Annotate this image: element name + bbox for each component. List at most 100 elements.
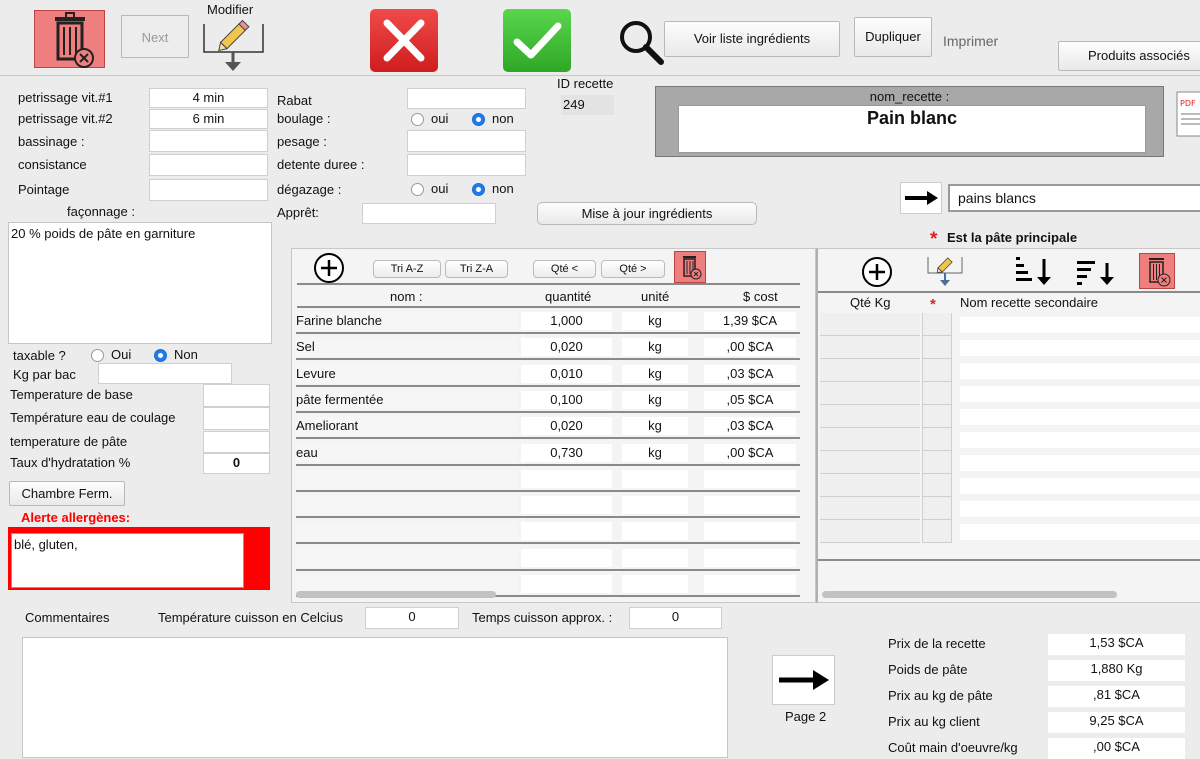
secondary-nom-cell[interactable] [960, 524, 1200, 540]
delete-secondary-button[interactable] [1139, 253, 1175, 289]
ingredient-unite-cell[interactable]: kg [622, 444, 688, 462]
imprimer-button[interactable]: Imprimer [943, 33, 998, 49]
secondary-qte-cell[interactable] [820, 451, 920, 474]
ingredient-nom-cell[interactable] [296, 522, 518, 540]
ingredient-nom-cell[interactable]: Farine blanche [296, 312, 518, 330]
secondary-row[interactable] [820, 428, 1200, 451]
bassinage-field[interactable] [149, 130, 268, 152]
ingredient-qte-cell[interactable] [521, 575, 612, 593]
ingredient-qte-cell[interactable] [521, 470, 612, 488]
tri-az-button[interactable]: Tri A-Z [373, 260, 441, 278]
secondary-star-cell[interactable] [922, 313, 952, 336]
temperature-base-field[interactable] [203, 384, 270, 407]
ingredient-cost-cell[interactable] [704, 522, 796, 540]
category-field[interactable]: pains blancs [948, 184, 1200, 212]
temp-cuisson-field[interactable]: 0 [365, 607, 459, 629]
confirm-button[interactable] [503, 9, 571, 72]
taxable-non-radio[interactable] [154, 349, 167, 362]
ingredient-nom-cell[interactable]: Ameliorant [296, 417, 518, 435]
secondary-qte-cell[interactable] [820, 497, 920, 520]
secondary-row[interactable] [820, 405, 1200, 428]
secondary-star-cell[interactable] [922, 405, 952, 428]
ingredient-unite-cell[interactable]: kg [622, 338, 688, 356]
rabat-field[interactable] [407, 88, 526, 109]
produits-associes-button[interactable]: Produits associés [1058, 41, 1200, 71]
page2-button[interactable] [772, 655, 835, 705]
nom-recette-field[interactable]: Pain blanc [678, 105, 1146, 153]
ingredient-qte-cell[interactable]: 0,730 [521, 444, 612, 462]
secondary-row[interactable] [820, 451, 1200, 474]
mise-a-jour-ingredients-button[interactable]: Mise à jour ingrédients [537, 202, 757, 225]
ingredient-cost-cell[interactable]: ,00 $CA [704, 338, 796, 356]
ingredient-cost-cell[interactable]: ,03 $CA [704, 417, 796, 435]
ingredient-unite-cell[interactable] [622, 549, 688, 567]
delete-recipe-button[interactable] [34, 10, 105, 68]
ingredients-hscrollbar[interactable] [296, 591, 496, 598]
secondary-nom-cell[interactable] [960, 386, 1200, 402]
qte-desc-button[interactable]: Qté > [601, 260, 665, 278]
ingredient-unite-cell[interactable]: kg [622, 391, 688, 409]
table-row[interactable] [296, 467, 800, 493]
secondary-nom-cell[interactable] [960, 455, 1200, 471]
petrissage2-field[interactable]: 6 min [149, 109, 268, 129]
secondary-qte-cell[interactable] [820, 336, 920, 359]
ingredient-cost-cell[interactable] [704, 575, 796, 593]
secondary-row[interactable] [820, 520, 1200, 543]
petrissage1-field[interactable]: 4 min [149, 88, 268, 108]
voir-liste-ingredients-button[interactable]: Voir liste ingrédients [664, 21, 840, 57]
secondary-star-cell[interactable] [922, 520, 952, 543]
sort-descending-icon[interactable] [1013, 255, 1055, 287]
ingredient-unite-cell[interactable] [622, 496, 688, 514]
ingredient-cost-cell[interactable]: 1,39 $CA [704, 312, 796, 330]
ingredient-nom-cell[interactable] [296, 470, 518, 488]
ingredient-qte-cell[interactable]: 0,020 [521, 338, 612, 356]
secondary-nom-cell[interactable] [960, 317, 1200, 333]
secondary-row[interactable] [820, 336, 1200, 359]
secondary-nom-cell[interactable] [960, 340, 1200, 356]
taxable-oui-radio[interactable] [91, 349, 104, 362]
degazage-oui-radio[interactable] [411, 183, 424, 196]
secondary-qte-cell[interactable] [820, 405, 920, 428]
commentaires-textarea[interactable] [22, 637, 728, 758]
ingredient-cost-cell[interactable]: ,03 $CA [704, 365, 796, 383]
add-secondary-button[interactable] [861, 256, 893, 288]
secondary-hscrollbar[interactable] [822, 591, 1117, 598]
secondary-qte-cell[interactable] [820, 359, 920, 382]
pdf-icon[interactable]: PDF [1176, 88, 1200, 138]
secondary-qte-cell[interactable] [820, 520, 920, 543]
secondary-qte-cell[interactable] [820, 313, 920, 336]
secondary-qte-cell[interactable] [820, 474, 920, 497]
secondary-star-cell[interactable] [922, 428, 952, 451]
table-row[interactable]: Sel 0,020 kg ,00 $CA [296, 335, 800, 361]
ingredient-nom-cell[interactable]: Sel [296, 338, 518, 356]
qte-asc-button[interactable]: Qté < [533, 260, 596, 278]
ingredient-cost-cell[interactable] [704, 470, 796, 488]
ingredient-unite-cell[interactable]: kg [622, 312, 688, 330]
secondary-star-cell[interactable] [922, 451, 952, 474]
secondary-row[interactable] [820, 313, 1200, 336]
ingredient-qte-cell[interactable] [521, 549, 612, 567]
boulage-non-radio[interactable] [472, 113, 485, 126]
ingredient-qte-cell[interactable]: 0,010 [521, 365, 612, 383]
secondary-qte-cell[interactable] [820, 428, 920, 451]
temperature-pate-field[interactable] [203, 431, 270, 453]
secondary-star-cell[interactable] [922, 336, 952, 359]
secondary-nom-cell[interactable] [960, 363, 1200, 379]
table-row[interactable] [296, 546, 800, 572]
allergenes-field[interactable]: blé, gluten, [11, 533, 244, 588]
table-row[interactable]: Levure 0,010 kg ,03 $CA [296, 362, 800, 388]
appret-field[interactable] [362, 203, 496, 224]
secondary-star-cell[interactable] [922, 359, 952, 382]
secondary-star-cell[interactable] [922, 382, 952, 405]
ingredient-nom-cell[interactable]: Levure [296, 365, 518, 383]
ingredient-cost-cell[interactable]: ,00 $CA [704, 444, 796, 462]
ingredient-qte-cell[interactable] [521, 496, 612, 514]
edit-secondary-button[interactable] [926, 253, 964, 289]
pointage-field[interactable] [149, 179, 268, 201]
sort-ascending-icon[interactable] [1075, 257, 1117, 287]
secondary-row[interactable] [820, 474, 1200, 497]
secondary-nom-cell[interactable] [960, 432, 1200, 448]
ingredient-cost-cell[interactable] [704, 549, 796, 567]
temps-cuisson-field[interactable]: 0 [629, 607, 722, 629]
ingredient-nom-cell[interactable]: eau [296, 444, 518, 462]
